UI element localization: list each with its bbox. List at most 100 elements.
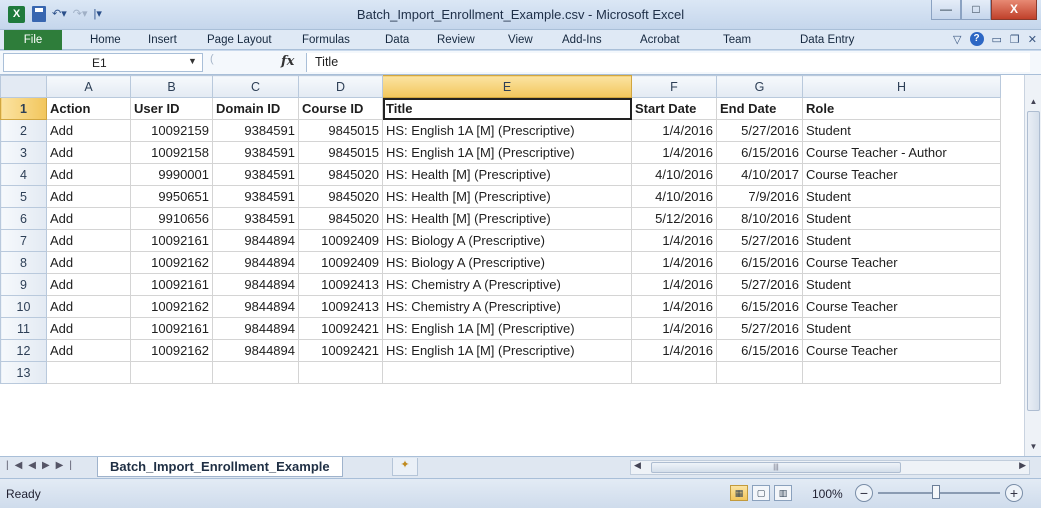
select-all-corner[interactable] <box>0 75 47 98</box>
tab-file[interactable]: File <box>4 30 62 50</box>
cell[interactable]: 7/9/2016 <box>716 185 803 208</box>
cell[interactable]: Student <box>802 273 1001 296</box>
workbook-close-icon[interactable]: ✕ <box>1028 33 1037 46</box>
cell[interactable] <box>46 361 131 384</box>
cell[interactable]: 10092162 <box>130 295 213 318</box>
cell[interactable]: Add <box>46 339 131 362</box>
cell[interactable]: 1/4/2016 <box>631 295 717 318</box>
cell[interactable]: Course Teacher <box>802 295 1001 318</box>
header-cell[interactable]: Title <box>382 97 632 120</box>
cell[interactable]: 1/4/2016 <box>631 119 717 142</box>
cell[interactable]: HS: English 1A [M] (Prescriptive) <box>382 119 632 142</box>
row-header[interactable]: 6 <box>0 207 47 230</box>
cell[interactable]: HS: Health [M] (Prescriptive) <box>382 185 632 208</box>
header-cell[interactable]: Start Date <box>631 97 717 120</box>
cell[interactable]: Course Teacher - Author <box>802 141 1001 164</box>
cell[interactable]: Student <box>802 119 1001 142</box>
column-header-a[interactable]: A <box>46 75 131 98</box>
cell[interactable]: 9910656 <box>130 207 213 230</box>
cell[interactable]: Student <box>802 207 1001 230</box>
sheet-tab-active[interactable]: Batch_Import_Enrollment_Example <box>97 457 343 477</box>
cell[interactable]: HS: Health [M] (Prescriptive) <box>382 207 632 230</box>
close-button[interactable]: X <box>991 0 1037 20</box>
tab-add-ins[interactable]: Add-Ins <box>562 30 602 50</box>
row-header[interactable]: 1 <box>0 97 47 120</box>
cell[interactable]: Add <box>46 251 131 274</box>
cell[interactable]: 4/10/2016 <box>631 163 717 186</box>
cell[interactable]: Student <box>802 185 1001 208</box>
cell[interactable]: 6/15/2016 <box>716 295 803 318</box>
header-cell[interactable]: End Date <box>716 97 803 120</box>
cell[interactable]: 4/10/2016 <box>631 185 717 208</box>
cell[interactable]: 6/15/2016 <box>716 339 803 362</box>
insert-sheet-icon[interactable]: ✦ <box>392 458 418 476</box>
cell[interactable]: 6/15/2016 <box>716 141 803 164</box>
minimize-ribbon-icon[interactable]: ▽ <box>953 33 961 46</box>
cell[interactable]: Add <box>46 119 131 142</box>
sheet-nav-arrows[interactable]: |◀◀▶▶| <box>6 460 78 471</box>
row-header[interactable]: 4 <box>0 163 47 186</box>
header-cell[interactable]: Domain ID <box>212 97 299 120</box>
page-layout-view-icon[interactable]: ▢ <box>752 485 770 501</box>
normal-view-icon[interactable]: ▦ <box>730 485 748 501</box>
cell[interactable]: 10092421 <box>298 339 383 362</box>
cell[interactable]: Add <box>46 207 131 230</box>
cell[interactable]: 4/10/2017 <box>716 163 803 186</box>
cell[interactable]: HS: English 1A [M] (Prescriptive) <box>382 141 632 164</box>
cell[interactable]: 5/27/2016 <box>716 119 803 142</box>
cell[interactable]: HS: Chemistry A (Prescriptive) <box>382 273 632 296</box>
cell[interactable]: 5/12/2016 <box>631 207 717 230</box>
tab-view[interactable]: View <box>508 30 533 50</box>
row-header[interactable]: 2 <box>0 119 47 142</box>
column-header-h[interactable]: H <box>802 75 1001 98</box>
cell[interactable]: 10092161 <box>130 229 213 252</box>
row-header[interactable]: 8 <box>0 251 47 274</box>
scroll-right-icon[interactable]: ▶ <box>1019 460 1026 471</box>
cell[interactable]: 10092421 <box>298 317 383 340</box>
workbook-minimize-icon[interactable]: ▭ <box>992 33 1002 46</box>
tab-page-layout[interactable]: Page Layout <box>207 30 272 50</box>
cell[interactable]: 10092162 <box>130 339 213 362</box>
row-header[interactable]: 5 <box>0 185 47 208</box>
cell[interactable]: 10092161 <box>130 317 213 340</box>
page-break-view-icon[interactable]: ▥ <box>774 485 792 501</box>
cell[interactable]: Student <box>802 229 1001 252</box>
cell[interactable] <box>802 361 1001 384</box>
cell[interactable]: 9845020 <box>298 207 383 230</box>
tab-review[interactable]: Review <box>437 30 475 50</box>
cell[interactable]: 1/4/2016 <box>631 251 717 274</box>
cell[interactable] <box>130 361 213 384</box>
help-icon[interactable]: ? <box>969 32 984 46</box>
cell[interactable] <box>631 361 717 384</box>
name-box[interactable]: E1 ▼ <box>3 53 203 72</box>
header-cell[interactable]: Course ID <box>298 97 383 120</box>
workbook-restore-icon[interactable]: ❐ <box>1010 33 1020 46</box>
minimize-button[interactable]: — <box>931 0 961 20</box>
cell[interactable]: 10092159 <box>130 119 213 142</box>
column-header-d[interactable]: D <box>298 75 383 98</box>
row-header[interactable]: 12 <box>0 339 47 362</box>
cell[interactable]: 10092161 <box>130 273 213 296</box>
scroll-left-icon[interactable]: ◀ <box>634 460 641 471</box>
zoom-out-icon[interactable]: − <box>855 484 873 502</box>
cell[interactable]: HS: English 1A [M] (Prescriptive) <box>382 317 632 340</box>
cell[interactable]: 1/4/2016 <box>631 339 717 362</box>
cell[interactable]: 10092413 <box>298 295 383 318</box>
cell[interactable]: 1/4/2016 <box>631 229 717 252</box>
cell[interactable]: Add <box>46 317 131 340</box>
cell[interactable]: 9844894 <box>212 273 299 296</box>
cell[interactable]: 1/4/2016 <box>631 273 717 296</box>
cell[interactable]: 10092162 <box>130 251 213 274</box>
cell[interactable]: HS: Biology A (Prescriptive) <box>382 251 632 274</box>
cell[interactable]: Add <box>46 295 131 318</box>
row-header[interactable]: 3 <box>0 141 47 164</box>
tab-home[interactable]: Home <box>90 30 121 50</box>
cell[interactable]: HS: Biology A (Prescriptive) <box>382 229 632 252</box>
tab-data-entry[interactable]: Data Entry <box>800 30 854 50</box>
cell[interactable]: HS: Chemistry A (Prescriptive) <box>382 295 632 318</box>
cell[interactable]: 9384591 <box>212 185 299 208</box>
column-header-b[interactable]: B <box>130 75 213 98</box>
cell-grid[interactable]: A B C D E F G H 1 Action User ID Domain ID C… <box>0 75 1001 384</box>
tab-team[interactable]: Team <box>723 30 751 50</box>
tab-formulas[interactable]: Formulas <box>302 30 350 50</box>
